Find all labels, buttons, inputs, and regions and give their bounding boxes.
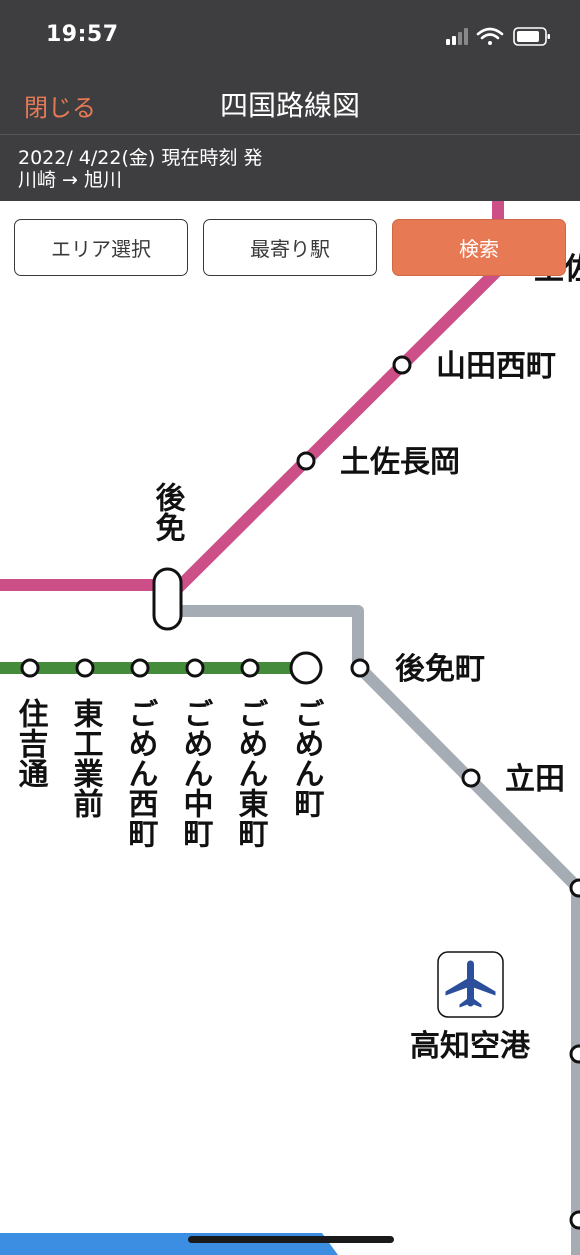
station-label-tateda[interactable]: 立田: [505, 762, 565, 797]
airport-icon[interactable]: [437, 951, 504, 1018]
station-marker[interactable]: [240, 658, 260, 678]
home-indicator: [188, 1236, 394, 1243]
wifi-icon: [476, 27, 504, 45]
station-marker[interactable]: [569, 878, 580, 898]
station-marker[interactable]: [296, 451, 316, 471]
nav-bar: 閉じる 四国路線図: [0, 72, 580, 134]
station-marker[interactable]: [75, 658, 95, 678]
status-icons: [446, 27, 550, 46]
station-label-gomen-nakamachi[interactable]: ごめん中町: [178, 698, 213, 848]
page-title: 四国路線図: [219, 89, 360, 122]
route-map[interactable]: 土佐 山田西町 土佐長岡 後免町 立田 後免 住吉通 東工業前 ごめん西町 ごめ…: [0, 201, 580, 1255]
terminal-station-marker[interactable]: [289, 651, 323, 685]
station-marker[interactable]: [350, 658, 370, 678]
search-info: 2022/ 4/22(金) 現在時刻 発 川崎 → 旭川: [0, 135, 580, 201]
station-label-yamada-nishimachi[interactable]: 山田西町: [436, 349, 556, 384]
station-label-gomen-nishimachi[interactable]: ごめん西町: [123, 698, 158, 848]
station-marker[interactable]: [130, 658, 150, 678]
cellular-signal-icon: [446, 28, 468, 45]
status-bar: 19:57: [0, 0, 580, 72]
station-label-higashi-kogyo-mae[interactable]: 東工業前: [68, 698, 104, 818]
airport-label[interactable]: 高知空港: [410, 1029, 531, 1064]
station-label-tosa-nagaoka[interactable]: 土佐長岡: [340, 445, 460, 480]
station-marker[interactable]: [569, 1210, 580, 1230]
station-label-gomen[interactable]: 後免: [150, 482, 186, 542]
station-label-gomen-machi-gray[interactable]: 後免町: [395, 652, 485, 687]
station-marker[interactable]: [20, 658, 40, 678]
status-time: 19:57: [46, 22, 119, 47]
station-label-sumiyoshi-dori[interactable]: 住吉通: [13, 698, 49, 789]
station-marker[interactable]: [185, 658, 205, 678]
station-marker[interactable]: [461, 768, 481, 788]
gomen-station-marker[interactable]: [152, 567, 183, 631]
nearest-station-button[interactable]: 最寄り駅: [203, 219, 377, 276]
search-button[interactable]: 検索: [392, 219, 566, 276]
station-marker[interactable]: [392, 355, 412, 375]
battery-icon: [513, 27, 550, 46]
area-select-button[interactable]: エリア選択: [14, 219, 188, 276]
search-route: 川崎 → 旭川: [18, 169, 122, 191]
station-label-gomen-higashimachi[interactable]: ごめん東町: [233, 698, 269, 848]
search-datetime: 2022/ 4/22(金) 現在時刻 発: [18, 147, 263, 169]
station-label-gomen-machi[interactable]: ごめん町: [289, 698, 324, 818]
station-marker[interactable]: [569, 1044, 580, 1064]
